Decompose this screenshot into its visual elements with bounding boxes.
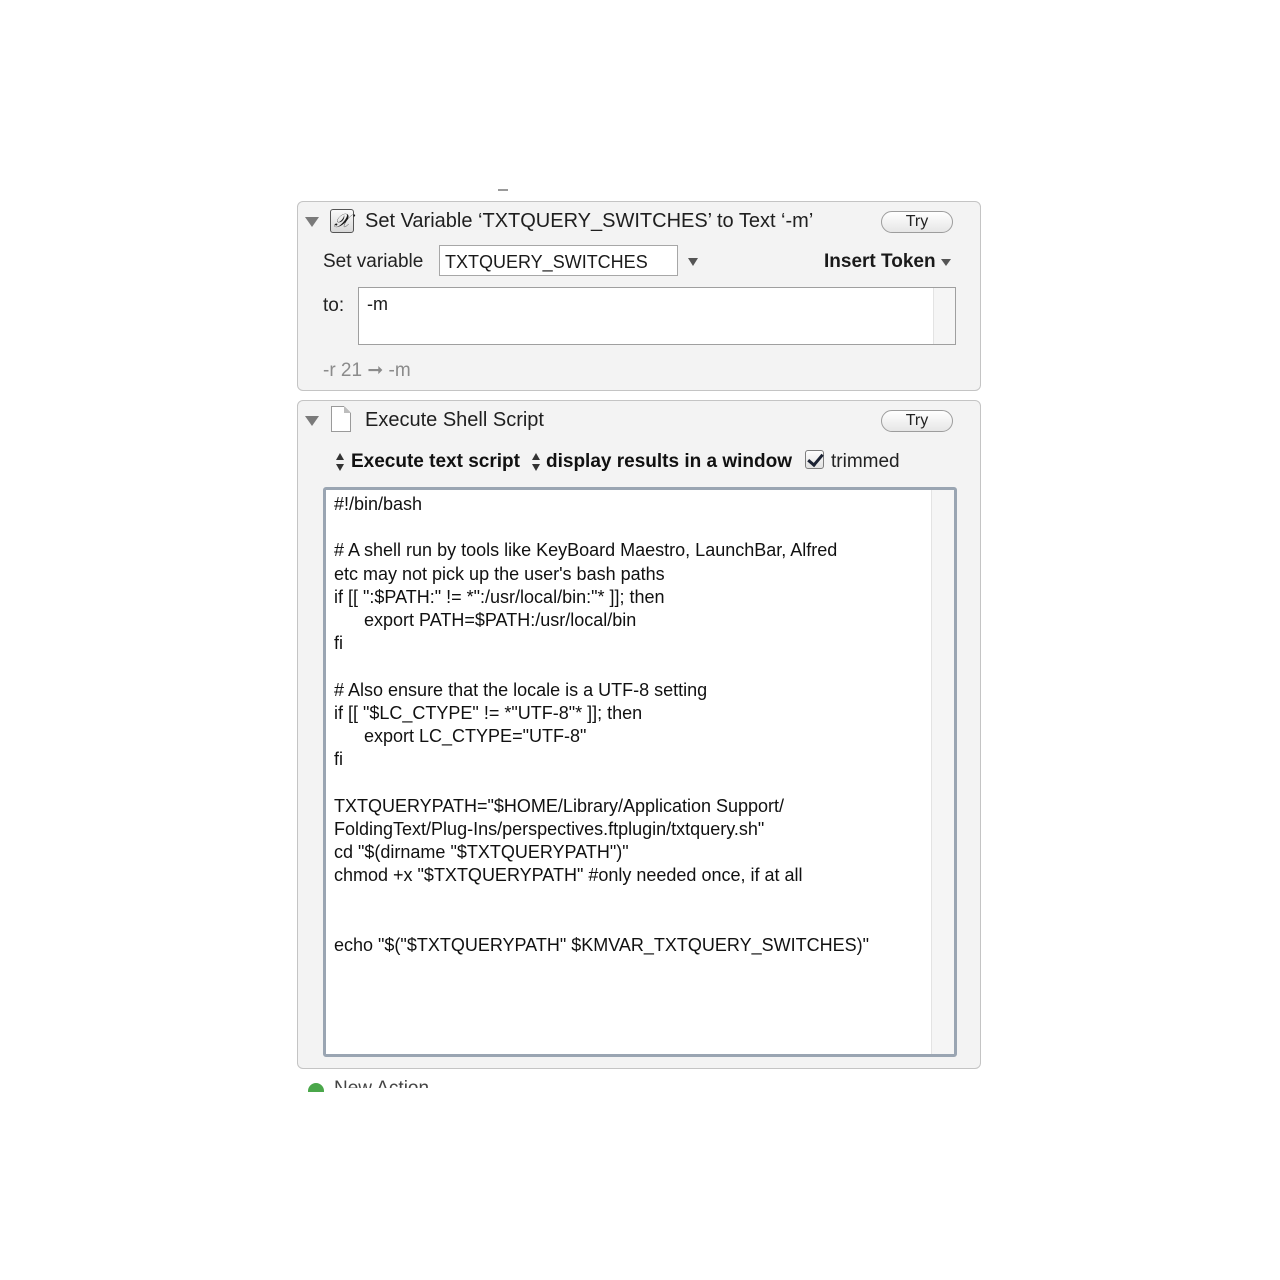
insert-token-menu[interactable]: Insert Token [824, 251, 936, 273]
script-line: etc may not pick up the user's bash path… [334, 563, 665, 584]
chevron-down-icon[interactable] [941, 259, 951, 266]
script-line: if [[ ":$PATH:" != *":/usr/local/bin:"* … [334, 586, 665, 607]
script-line: # A shell run by tools like KeyBoard Mae… [334, 540, 838, 561]
try-button[interactable]: Try [881, 211, 953, 233]
to-label: to: [323, 295, 345, 316]
execute-shell-script-action: Execute Shell Script Try Execute text sc… [297, 400, 981, 1069]
script-line: export PATH=$PATH:/usr/local/bin [334, 610, 637, 630]
new-action-icon[interactable] [308, 1083, 326, 1092]
action-title: Set Variable ‘TXTQUERY_SWITCHES’ to Text… [365, 210, 814, 232]
scrollbar[interactable] [933, 288, 955, 344]
script-line: fi [334, 633, 343, 654]
disclosure-triangle-icon[interactable] [305, 217, 319, 227]
to-text-field[interactable]: -m [358, 287, 956, 345]
action-title: Execute Shell Script [365, 409, 544, 431]
variable-x-icon: 𝒳 [330, 209, 354, 233]
script-line: FoldingText/Plug-Ins/perspectives.ftplug… [334, 818, 765, 839]
script-line: chmod +x "$TXTQUERYPATH" #only needed on… [334, 865, 803, 886]
set-variable-action: 𝒳 Set Variable ‘TXTQUERY_SWITCHES’ to Te… [297, 201, 981, 391]
script-line: cd "$(dirname "$TXTQUERYPATH")" [334, 842, 629, 862]
try-button[interactable]: Try [881, 410, 953, 432]
script-line: TXTQUERYPATH="$HOME/Library/Application … [334, 795, 785, 816]
updown-arrows-icon[interactable] [336, 452, 344, 472]
updown-arrows-icon[interactable] [532, 452, 540, 472]
set-variable-label: Set variable [323, 251, 424, 272]
variable-dropdown-icon[interactable] [688, 258, 698, 266]
script-text-area[interactable]: #!/bin/bash # A shell run by tools like K… [323, 487, 957, 1057]
document-icon [331, 406, 351, 432]
variable-name-field[interactable]: TXTQUERY_SWITCHES [439, 245, 678, 276]
disclosure-triangle-icon[interactable] [305, 416, 319, 426]
new-action-label[interactable]: New Action [334, 1078, 429, 1088]
script-line: fi [334, 749, 343, 770]
script-line: # Also ensure that the locale is a UTF-8… [334, 679, 708, 700]
script-mode-popup[interactable]: Execute text script [351, 451, 520, 473]
trimmed-label: trimmed [831, 451, 900, 472]
to-value: -m [367, 294, 388, 314]
scrollbar[interactable] [931, 490, 954, 1054]
script-line: if [[ "$LC_CTYPE" != *"UTF-8"* ]]; then [334, 702, 643, 723]
previous-action-edge [498, 189, 508, 191]
value-preview: -r 21 ➞ -m [323, 360, 411, 381]
trimmed-checkbox[interactable] [805, 450, 824, 469]
script-line: export LC_CTYPE="UTF-8" [334, 726, 587, 746]
insert-token-label: Insert Token [824, 251, 936, 272]
output-mode-popup[interactable]: display results in a window [546, 451, 792, 473]
script-line: echo "$("$TXTQUERYPATH" $KMVAR_TXTQUERY_… [334, 934, 870, 955]
script-line: #!/bin/bash [334, 494, 423, 514]
